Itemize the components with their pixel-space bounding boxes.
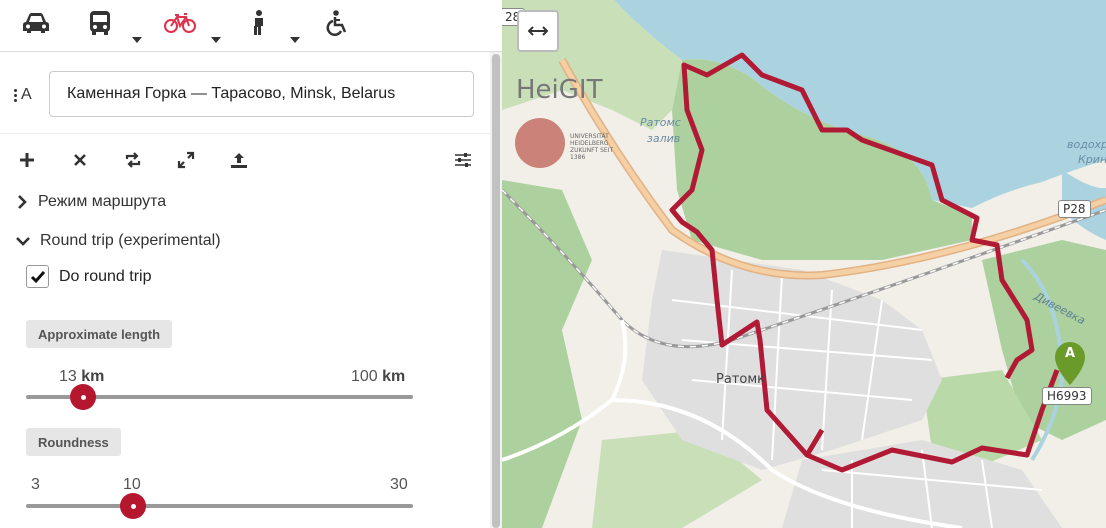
route-mode-section-toggle[interactable]: Режим маршрута [16,193,166,211]
reverse-route-button[interactable] [122,149,144,171]
fit-route-button[interactable] [175,149,197,171]
round-trip-section-toggle[interactable]: Round trip (experimental) [16,232,221,250]
reservoir-label-2: Крин [1078,153,1106,166]
roundness-slider-track[interactable] [26,504,413,508]
toggle-panel-button[interactable] [517,10,559,52]
reservoir-label-1: водохра [1067,138,1106,151]
length-min-unit: km [81,368,105,385]
length-max-value: 100 km [351,368,405,386]
clear-route-button[interactable] [69,149,91,171]
bike-icon [164,13,196,33]
foot-mode-button[interactable] [239,8,279,38]
length-max-number: 100 [351,368,378,385]
heigit-subtitle: UNIVERSITÄT HEIDELBERG ZUKUNFT SEIT 1386 [570,133,614,161]
expand-horizontal-icon [528,26,548,36]
waypoint-marker-label: A [21,86,32,103]
upload-icon [231,153,247,168]
water-label-1: Ратомс [640,116,681,129]
chevron-right-icon [18,195,27,209]
add-waypoint-button[interactable] [16,149,38,171]
forest-west [502,180,592,528]
checkmark-icon [30,270,45,283]
heigit-emblem [515,118,565,168]
bus-icon [90,11,110,35]
water-label-2: залив [647,132,681,145]
walking-icon [254,10,263,35]
panel-scrollbar-thumb[interactable] [492,54,500,528]
fit-icon [177,151,195,169]
public-transport-dropdown-caret[interactable] [132,37,142,43]
heigit-logo-text: HeiGIT [516,75,603,105]
route-mode-label: Режим маршрута [38,193,167,210]
roundness-min-value: 3 [31,476,40,493]
car-mode-button[interactable] [16,8,56,38]
wheelchair-icon [326,10,347,36]
bike-mode-button[interactable] [160,8,200,38]
directions-panel: A Режим маршрута Round trip (experimenta… [0,0,502,528]
town-label: Ратомк [716,372,765,387]
length-min-number: 13 [59,368,77,385]
waypoint-drag-handle[interactable]: A [14,86,32,104]
route-settings-button[interactable] [452,149,474,171]
start-marker-label: A [1065,346,1076,361]
add-icon [20,153,34,167]
road-shield-p28: P28 [1058,200,1091,218]
road-shield-h: Н6993 [1042,387,1092,405]
round-trip-checkbox-label: Do round trip [59,268,152,285]
round-trip-label: Round trip (experimental) [40,232,221,249]
roundness-max-value: 30 [390,476,408,493]
clear-icon [74,154,86,166]
route-actions-bar [0,145,502,173]
chevron-down-icon [16,237,30,246]
length-slider-handle[interactable] [70,384,96,410]
foot-dropdown-caret[interactable] [290,37,300,43]
length-label: Approximate length [26,320,173,348]
roundness-slider-handle[interactable] [120,493,146,519]
length-max-unit: km [382,368,406,385]
public-transport-mode-button[interactable] [80,8,120,38]
waypoint-row: A [0,52,502,134]
wheelchair-mode-button[interactable] [317,8,357,38]
map-view[interactable]: HeiGIT UNIVERSITÄT HEIDELBERG ZUKUNFT SE… [502,0,1106,528]
round-trip-checkbox[interactable] [26,265,49,288]
start-location-input[interactable] [49,71,474,117]
upload-route-button[interactable] [228,149,250,171]
car-icon [23,13,49,33]
roundness-current-value: 10 [123,476,141,493]
roundness-label: Roundness [26,428,121,456]
reverse-icon [125,152,141,168]
bike-dropdown-caret[interactable] [211,37,221,43]
travel-mode-bar [0,0,502,52]
settings-icon [455,153,471,167]
